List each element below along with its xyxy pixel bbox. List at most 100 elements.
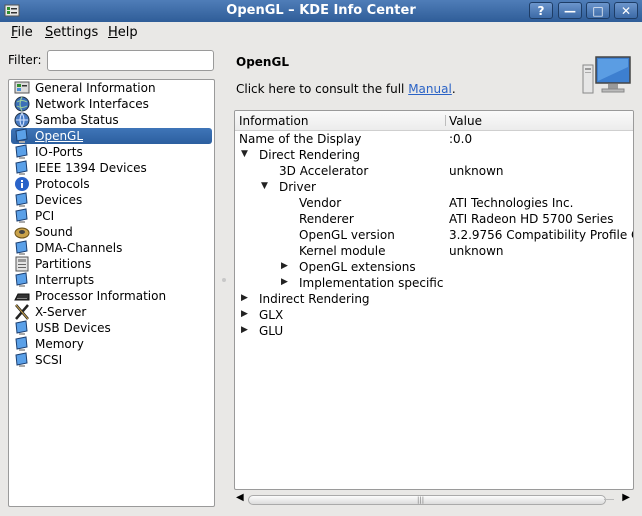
sidebar-item-protocols[interactable]: Protocols xyxy=(11,176,212,192)
tree-row-3d-accelerator[interactable]: 3D Accelerator unknown xyxy=(235,163,633,179)
sidebar-item-sound[interactable]: Sound xyxy=(11,224,212,240)
manual-link[interactable]: Manual xyxy=(408,82,452,96)
samba-globe-icon xyxy=(14,112,30,128)
sidebar-item-interrupts[interactable]: Interrupts xyxy=(11,272,212,288)
sidebar-item-label: X-Server xyxy=(35,305,87,319)
tree-row-renderer[interactable]: Renderer ATI Radeon HD 5700 Series xyxy=(235,211,633,227)
info-tree[interactable]: Information Value Name of the Display :0… xyxy=(234,110,634,490)
tree-row-glu[interactable]: ▶ GLU xyxy=(235,323,633,339)
column-divider[interactable] xyxy=(445,115,446,126)
ieee1394-monitor-icon xyxy=(15,160,28,175)
menu-file[interactable]: File xyxy=(11,25,33,40)
tree-row-implementation-specific[interactable]: ▶ Implementation specific xyxy=(235,275,633,291)
menu-bar: File Settings Help xyxy=(0,22,642,44)
close-button[interactable]: ✕ xyxy=(614,2,638,19)
network-globe-icon xyxy=(14,96,30,112)
sidebar-item-opengl[interactable]: OpenGL xyxy=(11,128,212,144)
expand-right-arrow-icon[interactable]: ▶ xyxy=(281,261,291,273)
sidebar-item-label: Interrupts xyxy=(35,273,95,287)
maximize-button[interactable]: □ xyxy=(586,2,610,19)
interrupts-monitor-icon xyxy=(15,272,28,287)
partitions-icon xyxy=(15,256,29,272)
sidebar-item-partitions[interactable]: Partitions xyxy=(11,256,212,272)
sidebar-item-label: DMA-Channels xyxy=(35,241,123,255)
tree-row-name-of-display[interactable]: Name of the Display :0.0 xyxy=(235,131,633,147)
sidebar-item-label: Samba Status xyxy=(35,113,119,127)
expand-right-arrow-icon[interactable]: ▶ xyxy=(281,277,291,289)
sidebar-item-label: Partitions xyxy=(35,257,92,271)
protocols-info-icon xyxy=(15,177,29,191)
column-header-information[interactable]: Information xyxy=(239,114,308,128)
tree-header: Information Value xyxy=(235,111,633,131)
column-header-value[interactable]: Value xyxy=(449,114,482,128)
sidebar-item-scsi[interactable]: SCSI xyxy=(11,352,212,368)
sidebar-item-label: Protocols xyxy=(35,177,90,191)
sidebar-item-network-interfaces[interactable]: Network Interfaces xyxy=(11,96,212,112)
scsi-monitor-icon xyxy=(15,352,28,367)
tree-row-direct-rendering[interactable]: ▼ Direct Rendering xyxy=(235,147,633,163)
usb-monitor-icon xyxy=(15,320,28,335)
tree-row-kernel-module[interactable]: Kernel module unknown xyxy=(235,243,633,259)
expand-down-arrow-icon[interactable]: ▼ xyxy=(261,181,271,193)
scrollbar-track[interactable] xyxy=(604,499,614,500)
horizontal-scrollbar[interactable]: ◀ ||| ▶ xyxy=(236,491,632,507)
sidebar-item-label: SCSI xyxy=(35,353,63,367)
module-list[interactable]: General Information Network Interfaces S… xyxy=(8,79,215,507)
pci-monitor-icon xyxy=(15,208,28,223)
tree-row-driver[interactable]: ▼ Driver xyxy=(235,179,633,195)
sidebar-item-label: General Information xyxy=(35,81,156,95)
expand-right-arrow-icon[interactable]: ▶ xyxy=(241,309,251,321)
io-ports-monitor-icon xyxy=(15,144,28,159)
sidebar-item-io-ports[interactable]: IO-Ports xyxy=(11,144,212,160)
sidebar-item-label: Memory xyxy=(35,337,84,351)
sidebar-item-usb-devices[interactable]: USB Devices xyxy=(11,320,212,336)
sidebar-item-label: Devices xyxy=(35,193,83,207)
menu-settings[interactable]: Settings xyxy=(45,25,98,40)
memory-monitor-icon xyxy=(15,336,28,351)
expand-right-arrow-icon[interactable]: ▶ xyxy=(241,325,251,337)
sidebar-item-dma-channels[interactable]: DMA-Channels xyxy=(11,240,212,256)
scroll-left-arrow-icon[interactable]: ◀ xyxy=(236,492,244,503)
tree-row-opengl-extensions[interactable]: ▶ OpenGL extensions xyxy=(235,259,633,275)
sidebar-item-label: IEEE 1394 Devices xyxy=(35,161,147,175)
scrollbar-thumb[interactable]: ||| xyxy=(248,495,606,505)
sidebar-item-devices[interactable]: Devices xyxy=(11,192,212,208)
help-button[interactable]: ? xyxy=(529,2,553,19)
info-computer-icon xyxy=(14,81,30,94)
sidebar-item-memory[interactable]: Memory xyxy=(11,336,212,352)
sidebar-item-processor-information[interactable]: Processor Information xyxy=(11,288,212,304)
page-title: OpenGL xyxy=(236,55,289,69)
sidebar-item-label: Processor Information xyxy=(35,289,167,303)
dma-monitor-icon xyxy=(15,240,28,255)
minimize-button[interactable]: — xyxy=(558,2,582,19)
grip-icon: ||| xyxy=(417,496,425,504)
panel-splitter-handle[interactable] xyxy=(222,278,226,282)
processor-icon xyxy=(14,293,30,301)
sidebar-item-label: USB Devices xyxy=(35,321,111,335)
filter-input[interactable] xyxy=(47,50,214,71)
sidebar-item-pci[interactable]: PCI xyxy=(11,208,212,224)
manual-hint: Click here to consult the full Manual. xyxy=(236,82,456,96)
menu-help[interactable]: Help xyxy=(108,25,138,40)
sidebar-item-samba-status[interactable]: Samba Status xyxy=(11,112,212,128)
sidebar-item-label: Sound xyxy=(35,225,73,239)
tree-row-indirect-rendering[interactable]: ▶ Indirect Rendering xyxy=(235,291,633,307)
sound-speaker-icon xyxy=(14,227,30,239)
devices-monitor-icon xyxy=(15,192,28,207)
tree-row-vendor[interactable]: Vendor ATI Technologies Inc. xyxy=(235,195,633,211)
opengl-monitor-icon xyxy=(15,128,28,143)
scroll-right-arrow-icon[interactable]: ▶ xyxy=(622,492,630,503)
sidebar-item-label: PCI xyxy=(35,209,55,223)
sidebar-item-general-information[interactable]: General Information xyxy=(11,80,212,96)
tree-row-opengl-version[interactable]: OpenGL version 3.2.9756 Compatibility Pr… xyxy=(235,227,633,243)
sidebar-item-label: Network Interfaces xyxy=(35,97,149,111)
sidebar-item-label: IO-Ports xyxy=(35,145,83,159)
sidebar-item-ieee-1394-devices[interactable]: IEEE 1394 Devices xyxy=(11,160,212,176)
title-bar[interactable]: OpenGL – KDE Info Center ? — □ ✕ xyxy=(0,0,642,22)
expand-right-arrow-icon[interactable]: ▶ xyxy=(241,293,251,305)
tree-row-glx[interactable]: ▶ GLX xyxy=(235,307,633,323)
sidebar-item-x-server[interactable]: X-Server xyxy=(11,304,212,320)
xserver-icon xyxy=(15,304,29,320)
filter-label: Filter: xyxy=(8,53,42,67)
expand-down-arrow-icon[interactable]: ▼ xyxy=(241,149,251,161)
